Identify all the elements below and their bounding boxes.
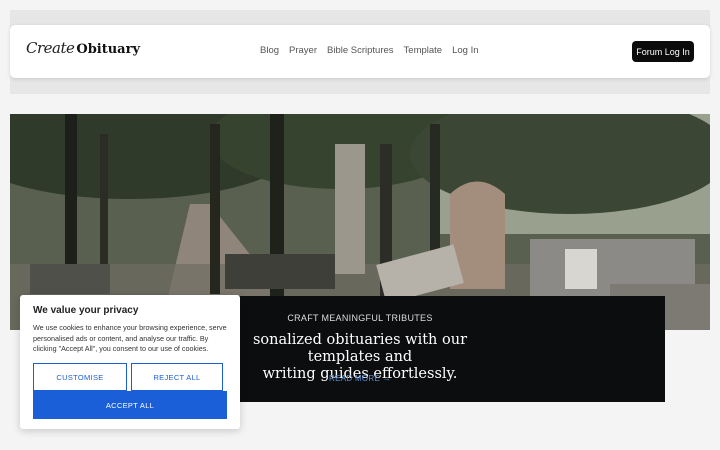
cookie-body: We use cookies to enhance your browsing … [33,323,227,353]
site-logo[interactable]: Create Obituary [26,39,140,57]
accept-all-button[interactable]: ACCEPT ALL [33,391,227,419]
nav-template[interactable]: Template [404,45,443,56]
nav-prayer[interactable]: Prayer [289,45,317,56]
cookie-title: We value your privacy [33,305,139,316]
hero-caption: CRAFT MEANINGFUL TRIBUTES sonalized obit… [215,296,665,402]
hero-kicker: CRAFT MEANINGFUL TRIBUTES [287,313,433,323]
main-nav: Blog Prayer Bible Scriptures Template Lo… [260,45,489,56]
hero-title-line-1: sonalized obituaries with our templates … [252,332,468,365]
logo-script-text: Create [26,39,75,57]
nav-log-in[interactable]: Log In [452,45,478,56]
customise-button[interactable]: CUSTOMISE [33,363,127,391]
nav-bible-scriptures[interactable]: Bible Scriptures [327,45,394,56]
logo-bold-text: Obituary [76,42,141,57]
forum-login-button[interactable]: Forum Log In [632,41,694,62]
nav-blog[interactable]: Blog [260,45,279,56]
reject-all-button[interactable]: REJECT ALL [131,363,223,391]
cookie-consent-banner: We value your privacy We use cookies to … [20,295,240,429]
read-more-link[interactable]: READ MORE → [215,374,505,383]
site-header: Create Obituary Blog Prayer Bible Script… [10,25,710,78]
